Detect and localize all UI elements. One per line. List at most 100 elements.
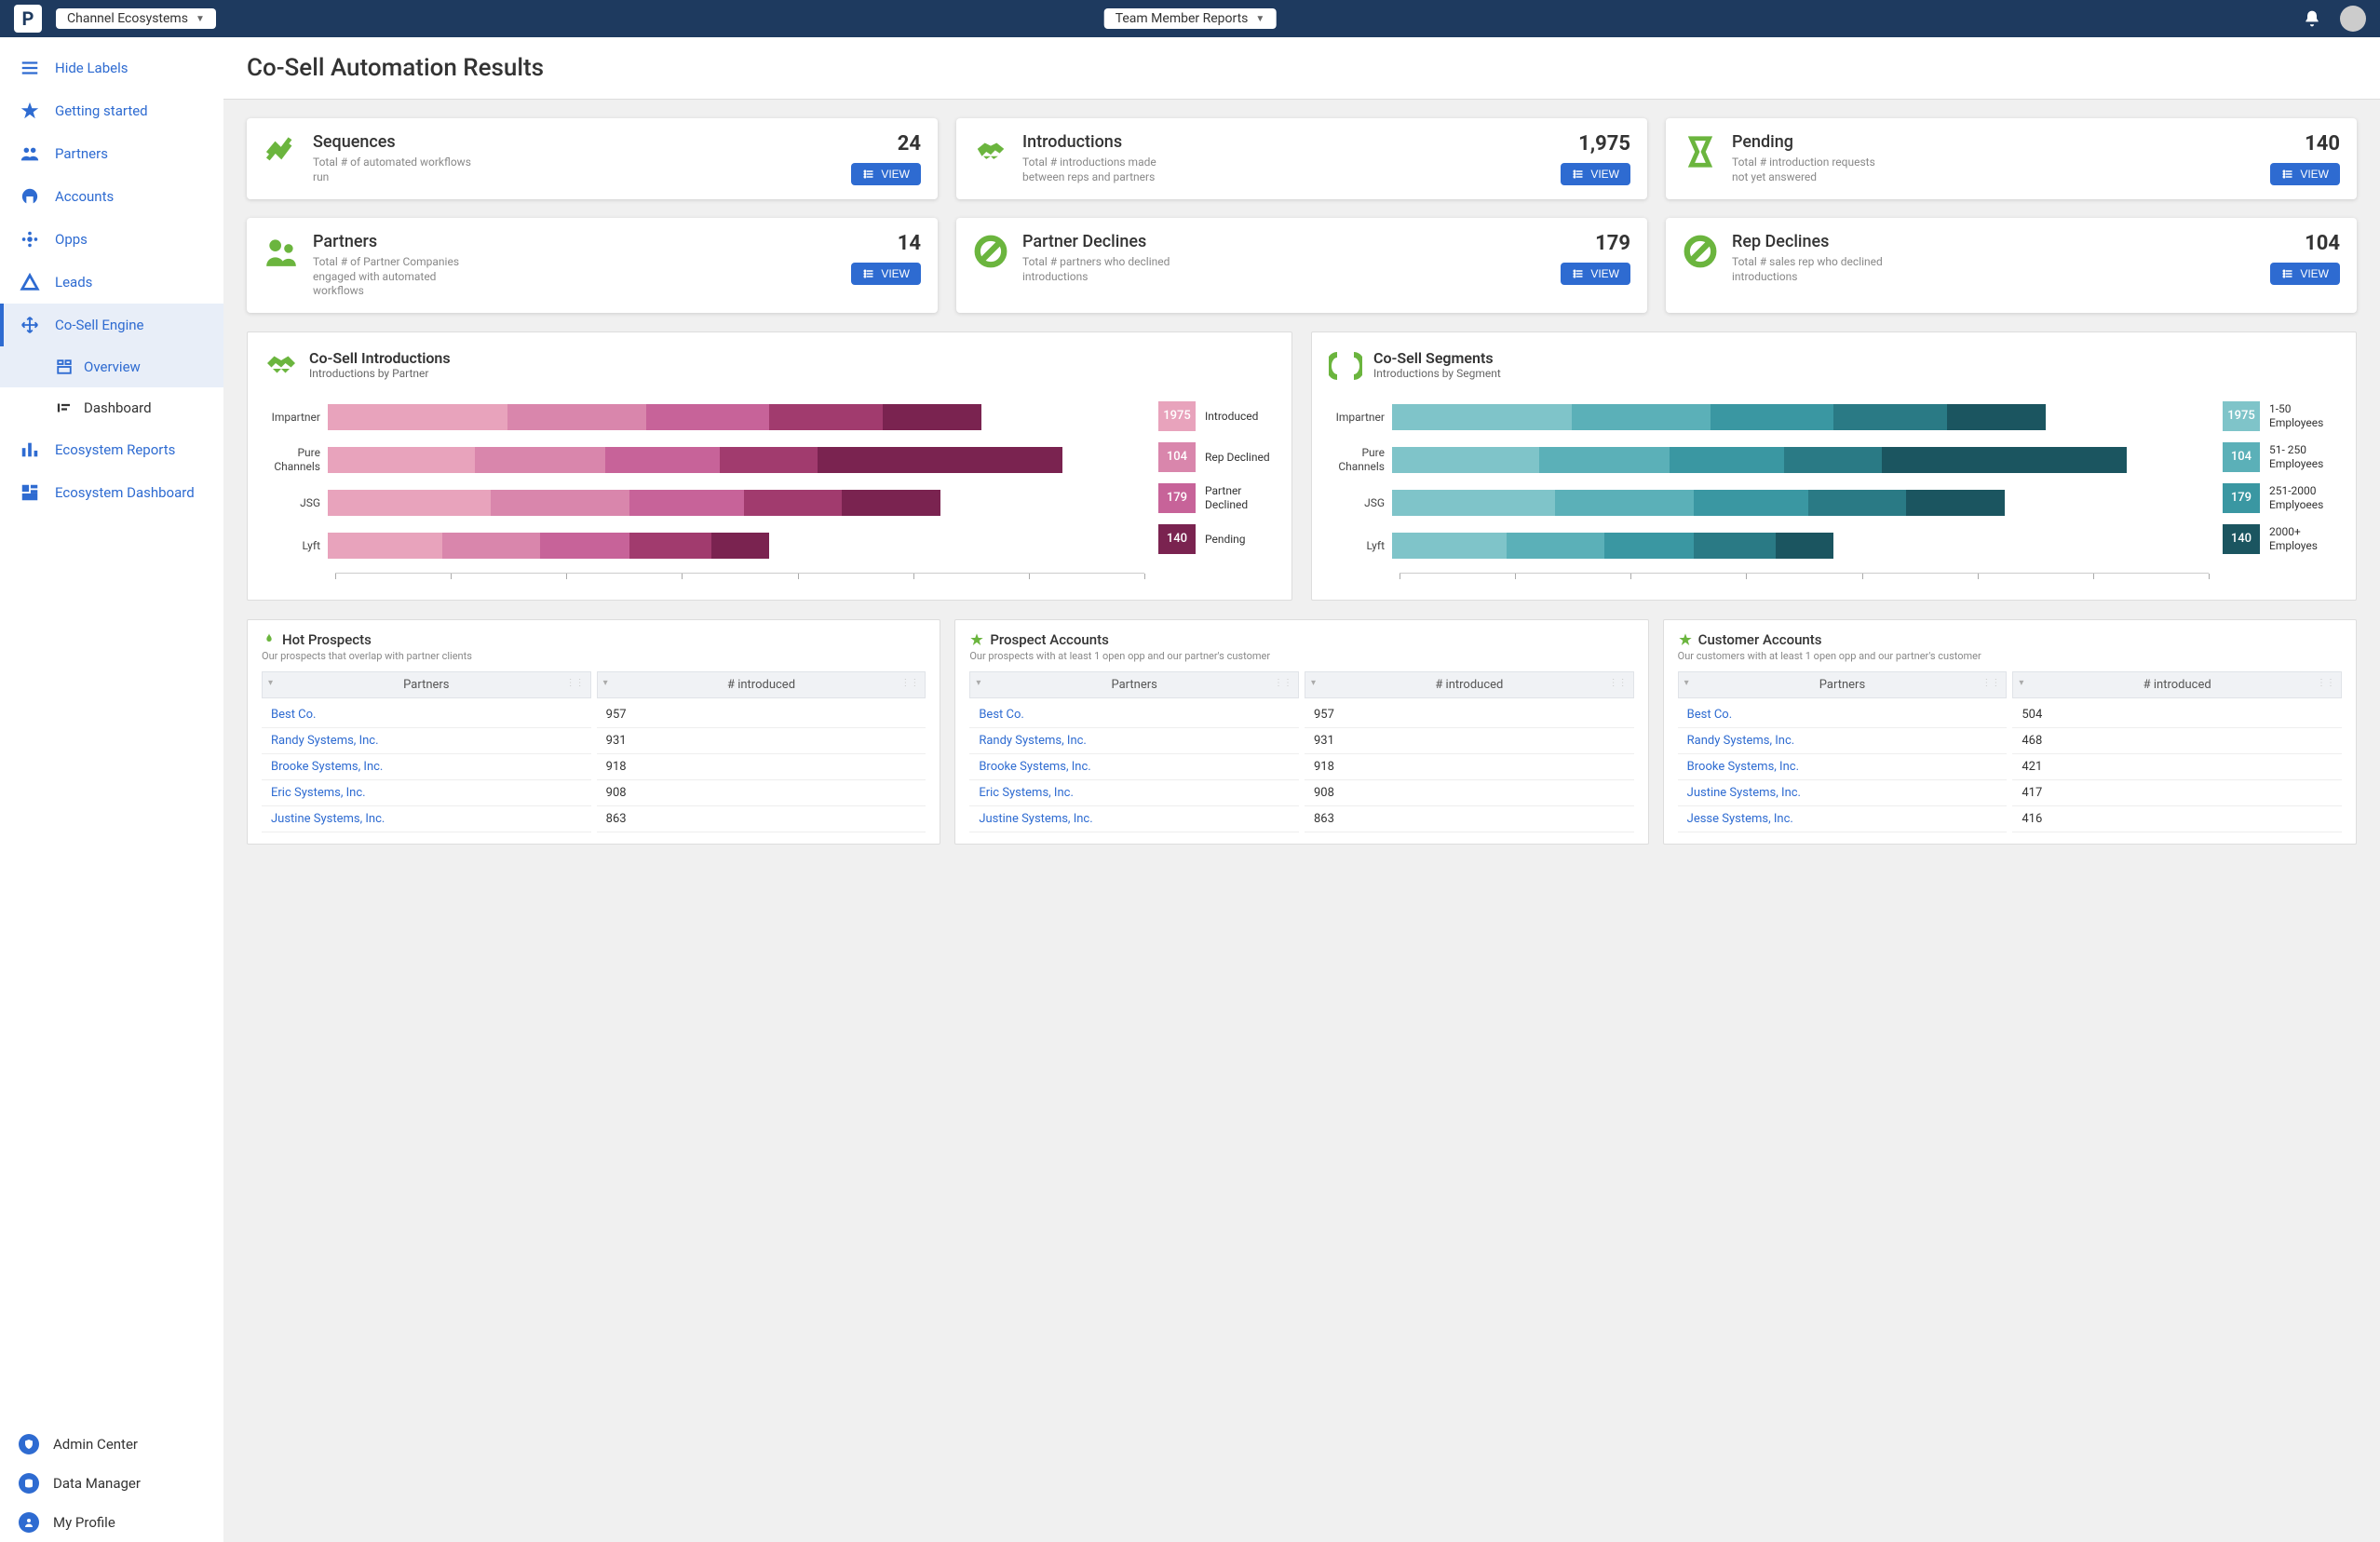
table-cell-partner[interactable]: Randy Systems, Inc.: [262, 728, 591, 754]
table-cell-partner[interactable]: Brooke Systems, Inc.: [969, 754, 1299, 780]
sidebar-item-leads[interactable]: Leads: [0, 261, 223, 304]
chart-segment: [1670, 447, 1784, 473]
table-cell-partner[interactable]: Justine Systems, Inc.: [262, 806, 591, 832]
sidebar-item-accounts[interactable]: Accounts: [0, 175, 223, 218]
sidebar-bottom-label: Data Manager: [53, 1475, 141, 1492]
chart-category-label: Impartner: [264, 411, 328, 424]
sidebar-sub-overview[interactable]: Overview: [0, 346, 223, 387]
sidebar-admin-center[interactable]: Admin Center: [0, 1425, 223, 1464]
table-cell-partner[interactable]: Randy Systems, Inc.: [969, 728, 1299, 754]
hourglass-icon: [1683, 134, 1718, 169]
kpi-value: 24: [898, 132, 921, 156]
chart-segment: [328, 490, 491, 516]
chart-segment: [720, 447, 818, 473]
chart-bar: [328, 404, 1144, 430]
view-label: VIEW: [1590, 267, 1619, 280]
opps-icon: [19, 229, 41, 250]
table-cell-partner[interactable]: Best Co.: [1678, 702, 2008, 728]
legend-label: 2000+ Employes: [2269, 525, 2339, 552]
table-cell-count: 417: [2012, 780, 2342, 806]
sidebar-item-cosell-engine[interactable]: Co-Sell Engine: [0, 304, 223, 346]
handshake-icon: [973, 134, 1008, 169]
table-header[interactable]: ▾Partners⋮⋮: [1678, 671, 2008, 698]
handshake-icon: [264, 349, 298, 383]
legend-swatch: 140: [1158, 524, 1196, 554]
avatar[interactable]: [2340, 6, 2366, 32]
chart-segment: [842, 490, 940, 516]
table-cell-partner[interactable]: Randy Systems, Inc.: [1678, 728, 2008, 754]
view-button[interactable]: VIEW: [2270, 263, 2340, 285]
table-cell-partner[interactable]: Eric Systems, Inc.: [969, 780, 1299, 806]
table-header[interactable]: ▾# introduced⋮⋮: [1305, 671, 1634, 698]
sidebar-my-profile[interactable]: My Profile: [0, 1503, 223, 1542]
chart-segment: [1572, 404, 1711, 430]
table-header[interactable]: ▾Partners⋮⋮: [969, 671, 1299, 698]
table-cell-count: 957: [597, 702, 926, 728]
table-cell-partner[interactable]: Brooke Systems, Inc.: [1678, 754, 2008, 780]
table-cell-partner[interactable]: Justine Systems, Inc.: [1678, 780, 2008, 806]
sidebar-item-ecosystem-reports[interactable]: Ecosystem Reports: [0, 428, 223, 471]
view-button[interactable]: VIEW: [851, 263, 921, 285]
sidebar-item-hide-labels[interactable]: Hide Labels: [0, 47, 223, 89]
table-cell-count: 416: [2012, 806, 2342, 832]
legend-item: 10451- 250 Employees: [2223, 442, 2339, 472]
view-button[interactable]: VIEW: [851, 163, 921, 185]
chart-bar-row: Impartner: [1329, 401, 2209, 433]
table-cell-partner[interactable]: Best Co.: [262, 702, 591, 728]
logo[interactable]: P: [14, 5, 42, 33]
reports-dropdown[interactable]: Team Member Reports ▼: [1104, 8, 1277, 29]
chart-segment: [818, 447, 1062, 473]
star-icon: [19, 101, 41, 121]
table-header[interactable]: ▾# introduced⋮⋮: [597, 671, 926, 698]
chart-segment: [1507, 533, 1604, 559]
chart-segment: [491, 490, 629, 516]
notifications-icon[interactable]: [2303, 9, 2321, 28]
legend-swatch: 140: [2223, 524, 2260, 554]
grid-icon: [56, 358, 73, 375]
kpi-value: 104: [2305, 232, 2340, 255]
chart-segment: [711, 533, 768, 559]
kpi-description: Total # of Partner Companies engaged wit…: [313, 255, 471, 299]
legend-label: Partner Declined: [1205, 484, 1275, 511]
chart-segment: [1784, 447, 1882, 473]
sort-icon: ▾: [268, 678, 273, 688]
legend-label: 51- 250 Employees: [2269, 443, 2339, 470]
sidebar-data-manager[interactable]: Data Manager: [0, 1464, 223, 1503]
table-header[interactable]: ▾# introduced⋮⋮: [2012, 671, 2342, 698]
sidebar-item-getting-started[interactable]: Getting started: [0, 89, 223, 132]
chart-bar: [328, 533, 1144, 559]
chart-segment: [328, 404, 507, 430]
chart-legend: 1975Introduced104Rep Declined179Partner …: [1158, 401, 1275, 583]
view-button[interactable]: VIEW: [1561, 163, 1630, 185]
list-icon: [862, 169, 875, 180]
list-icon: [2281, 169, 2294, 180]
chart-title: Co-Sell Introductions: [309, 349, 451, 367]
workspace-dropdown[interactable]: Channel Ecosystems ▼: [56, 8, 216, 29]
chart-bar-row: JSG: [264, 487, 1144, 519]
list-icon: [1572, 268, 1585, 279]
table-cell-count: 504: [2012, 702, 2342, 728]
table-cell-partner[interactable]: Brooke Systems, Inc.: [262, 754, 591, 780]
view-button[interactable]: VIEW: [1561, 263, 1630, 285]
table-cell-partner[interactable]: Jesse Systems, Inc.: [1678, 806, 2008, 832]
table-cell-partner[interactable]: Best Co.: [969, 702, 1299, 728]
table-description: Our prospects that overlap with partner …: [262, 650, 926, 662]
sidebar-item-opps[interactable]: Opps: [0, 218, 223, 261]
sidebar-item-ecosystem-dashboard[interactable]: Ecosystem Dashboard: [0, 471, 223, 514]
chart-segment: [1882, 447, 2127, 473]
table-header[interactable]: ▾Partners⋮⋮: [262, 671, 591, 698]
kpi-title: Rep Declines: [1732, 232, 2256, 251]
view-button[interactable]: VIEW: [2270, 163, 2340, 185]
chart-subtitle: Introductions by Segment: [1373, 367, 1501, 380]
sidebar-item-partners[interactable]: Partners: [0, 132, 223, 175]
table-card: Prospect Accounts Our prospects with at …: [954, 619, 1648, 845]
table-cell-partner[interactable]: Justine Systems, Inc.: [969, 806, 1299, 832]
sidebar-sub-dashboard[interactable]: Dashboard: [0, 387, 223, 428]
kpi-description: Total # of automated workflows run: [313, 156, 471, 184]
chart-category-label: Lyft: [1329, 539, 1392, 552]
table-cell-partner[interactable]: Eric Systems, Inc.: [262, 780, 591, 806]
grip-icon: ⋮⋮: [900, 678, 919, 688]
sidebar-item-label: Opps: [55, 231, 88, 248]
kpi-title: Pending: [1732, 132, 2256, 152]
table-cell-count: 931: [1305, 728, 1634, 754]
